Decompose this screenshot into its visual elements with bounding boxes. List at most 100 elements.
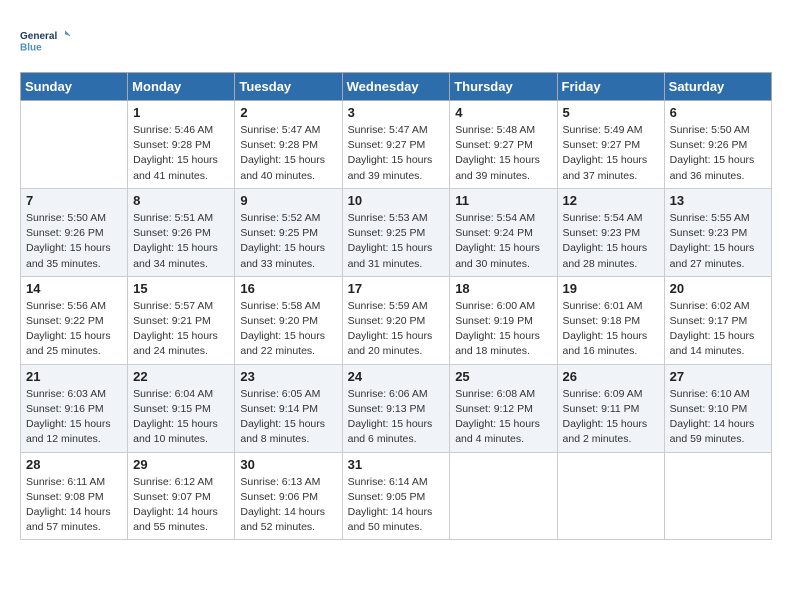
calendar-cell: [664, 452, 771, 540]
day-number: 22: [133, 369, 229, 384]
day-info: Sunrise: 5:50 AMSunset: 9:26 PMDaylight:…: [670, 124, 755, 182]
calendar-cell: 10 Sunrise: 5:53 AMSunset: 9:25 PMDaylig…: [342, 188, 450, 276]
day-number: 29: [133, 457, 229, 472]
day-number: 27: [670, 369, 766, 384]
calendar-cell: 24 Sunrise: 6:06 AMSunset: 9:13 PMDaylig…: [342, 364, 450, 452]
calendar-cell: 17 Sunrise: 5:59 AMSunset: 9:20 PMDaylig…: [342, 276, 450, 364]
day-number: 25: [455, 369, 551, 384]
calendar-week-row: 28 Sunrise: 6:11 AMSunset: 9:08 PMDaylig…: [21, 452, 772, 540]
calendar-cell: 3 Sunrise: 5:47 AMSunset: 9:27 PMDayligh…: [342, 101, 450, 189]
day-number: 21: [26, 369, 122, 384]
day-info: Sunrise: 6:05 AMSunset: 9:14 PMDaylight:…: [240, 388, 325, 446]
weekday-header-friday: Friday: [557, 73, 664, 101]
day-number: 7: [26, 193, 122, 208]
calendar-cell: [450, 452, 557, 540]
day-number: 23: [240, 369, 336, 384]
calendar-cell: 11 Sunrise: 5:54 AMSunset: 9:24 PMDaylig…: [450, 188, 557, 276]
day-number: 9: [240, 193, 336, 208]
calendar-cell: 18 Sunrise: 6:00 AMSunset: 9:19 PMDaylig…: [450, 276, 557, 364]
calendar-cell: 27 Sunrise: 6:10 AMSunset: 9:10 PMDaylig…: [664, 364, 771, 452]
calendar-cell: 29 Sunrise: 6:12 AMSunset: 9:07 PMDaylig…: [128, 452, 235, 540]
calendar-cell: [21, 101, 128, 189]
day-info: Sunrise: 6:09 AMSunset: 9:11 PMDaylight:…: [563, 388, 648, 446]
day-info: Sunrise: 5:51 AMSunset: 9:26 PMDaylight:…: [133, 212, 218, 270]
calendar-cell: 1 Sunrise: 5:46 AMSunset: 9:28 PMDayligh…: [128, 101, 235, 189]
weekday-header-tuesday: Tuesday: [235, 73, 342, 101]
day-number: 15: [133, 281, 229, 296]
calendar-week-row: 7 Sunrise: 5:50 AMSunset: 9:26 PMDayligh…: [21, 188, 772, 276]
weekday-header-sunday: Sunday: [21, 73, 128, 101]
day-info: Sunrise: 6:01 AMSunset: 9:18 PMDaylight:…: [563, 300, 648, 358]
day-number: 2: [240, 105, 336, 120]
calendar-cell: 20 Sunrise: 6:02 AMSunset: 9:17 PMDaylig…: [664, 276, 771, 364]
day-number: 4: [455, 105, 551, 120]
logo-svg: General Blue: [20, 20, 70, 62]
day-info: Sunrise: 5:52 AMSunset: 9:25 PMDaylight:…: [240, 212, 325, 270]
day-number: 31: [348, 457, 445, 472]
calendar-cell: 30 Sunrise: 6:13 AMSunset: 9:06 PMDaylig…: [235, 452, 342, 540]
calendar-cell: 21 Sunrise: 6:03 AMSunset: 9:16 PMDaylig…: [21, 364, 128, 452]
day-number: 28: [26, 457, 122, 472]
day-number: 18: [455, 281, 551, 296]
day-number: 1: [133, 105, 229, 120]
day-info: Sunrise: 6:12 AMSunset: 9:07 PMDaylight:…: [133, 476, 218, 534]
calendar-cell: 6 Sunrise: 5:50 AMSunset: 9:26 PMDayligh…: [664, 101, 771, 189]
day-info: Sunrise: 5:49 AMSunset: 9:27 PMDaylight:…: [563, 124, 648, 182]
day-info: Sunrise: 5:57 AMSunset: 9:21 PMDaylight:…: [133, 300, 218, 358]
calendar-cell: 15 Sunrise: 5:57 AMSunset: 9:21 PMDaylig…: [128, 276, 235, 364]
day-number: 14: [26, 281, 122, 296]
day-number: 3: [348, 105, 445, 120]
day-number: 6: [670, 105, 766, 120]
day-number: 10: [348, 193, 445, 208]
day-number: 20: [670, 281, 766, 296]
day-number: 24: [348, 369, 445, 384]
day-info: Sunrise: 5:55 AMSunset: 9:23 PMDaylight:…: [670, 212, 755, 270]
day-info: Sunrise: 6:13 AMSunset: 9:06 PMDaylight:…: [240, 476, 325, 534]
day-info: Sunrise: 5:48 AMSunset: 9:27 PMDaylight:…: [455, 124, 540, 182]
day-info: Sunrise: 6:04 AMSunset: 9:15 PMDaylight:…: [133, 388, 218, 446]
calendar-cell: 28 Sunrise: 6:11 AMSunset: 9:08 PMDaylig…: [21, 452, 128, 540]
calendar-week-row: 21 Sunrise: 6:03 AMSunset: 9:16 PMDaylig…: [21, 364, 772, 452]
logo: General Blue: [20, 20, 70, 62]
day-number: 5: [563, 105, 659, 120]
day-info: Sunrise: 5:59 AMSunset: 9:20 PMDaylight:…: [348, 300, 433, 358]
day-number: 17: [348, 281, 445, 296]
day-info: Sunrise: 5:50 AMSunset: 9:26 PMDaylight:…: [26, 212, 111, 270]
day-info: Sunrise: 6:06 AMSunset: 9:13 PMDaylight:…: [348, 388, 433, 446]
page-header: General Blue: [20, 20, 772, 62]
svg-text:General: General: [20, 31, 57, 42]
calendar-table: SundayMondayTuesdayWednesdayThursdayFrid…: [20, 72, 772, 540]
weekday-header-wednesday: Wednesday: [342, 73, 450, 101]
weekday-header-row: SundayMondayTuesdayWednesdayThursdayFrid…: [21, 73, 772, 101]
calendar-cell: 14 Sunrise: 5:56 AMSunset: 9:22 PMDaylig…: [21, 276, 128, 364]
day-number: 26: [563, 369, 659, 384]
day-number: 11: [455, 193, 551, 208]
day-number: 16: [240, 281, 336, 296]
calendar-cell: 19 Sunrise: 6:01 AMSunset: 9:18 PMDaylig…: [557, 276, 664, 364]
day-info: Sunrise: 6:00 AMSunset: 9:19 PMDaylight:…: [455, 300, 540, 358]
calendar-cell: 26 Sunrise: 6:09 AMSunset: 9:11 PMDaylig…: [557, 364, 664, 452]
calendar-cell: 13 Sunrise: 5:55 AMSunset: 9:23 PMDaylig…: [664, 188, 771, 276]
weekday-header-thursday: Thursday: [450, 73, 557, 101]
day-number: 12: [563, 193, 659, 208]
calendar-cell: 9 Sunrise: 5:52 AMSunset: 9:25 PMDayligh…: [235, 188, 342, 276]
day-info: Sunrise: 6:02 AMSunset: 9:17 PMDaylight:…: [670, 300, 755, 358]
calendar-cell: 8 Sunrise: 5:51 AMSunset: 9:26 PMDayligh…: [128, 188, 235, 276]
weekday-header-saturday: Saturday: [664, 73, 771, 101]
day-info: Sunrise: 6:10 AMSunset: 9:10 PMDaylight:…: [670, 388, 755, 446]
calendar-cell: 4 Sunrise: 5:48 AMSunset: 9:27 PMDayligh…: [450, 101, 557, 189]
day-info: Sunrise: 6:03 AMSunset: 9:16 PMDaylight:…: [26, 388, 111, 446]
day-info: Sunrise: 6:08 AMSunset: 9:12 PMDaylight:…: [455, 388, 540, 446]
day-info: Sunrise: 6:11 AMSunset: 9:08 PMDaylight:…: [26, 476, 111, 534]
calendar-cell: 7 Sunrise: 5:50 AMSunset: 9:26 PMDayligh…: [21, 188, 128, 276]
day-info: Sunrise: 5:47 AMSunset: 9:27 PMDaylight:…: [348, 124, 433, 182]
calendar-week-row: 14 Sunrise: 5:56 AMSunset: 9:22 PMDaylig…: [21, 276, 772, 364]
calendar-cell: 16 Sunrise: 5:58 AMSunset: 9:20 PMDaylig…: [235, 276, 342, 364]
day-info: Sunrise: 5:58 AMSunset: 9:20 PMDaylight:…: [240, 300, 325, 358]
day-info: Sunrise: 6:14 AMSunset: 9:05 PMDaylight:…: [348, 476, 433, 534]
calendar-cell: 12 Sunrise: 5:54 AMSunset: 9:23 PMDaylig…: [557, 188, 664, 276]
day-info: Sunrise: 5:53 AMSunset: 9:25 PMDaylight:…: [348, 212, 433, 270]
day-info: Sunrise: 5:54 AMSunset: 9:23 PMDaylight:…: [563, 212, 648, 270]
weekday-header-monday: Monday: [128, 73, 235, 101]
svg-text:Blue: Blue: [20, 42, 42, 53]
